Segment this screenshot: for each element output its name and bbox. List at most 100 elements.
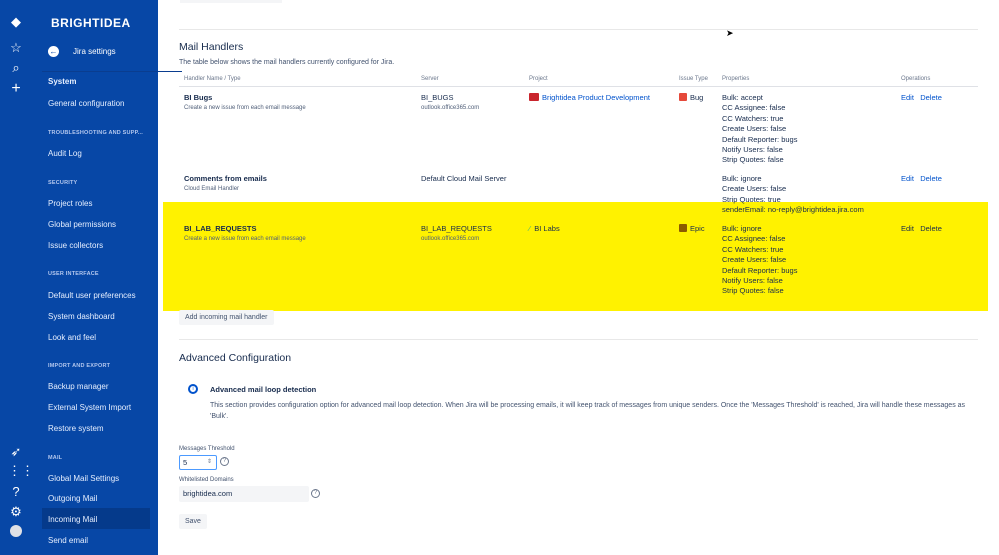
add-incoming-mail-handler-button[interactable]: Add incoming mail handler	[179, 310, 274, 325]
mail-handlers-title: Mail Handlers	[179, 41, 244, 53]
properties-cell: Bulk: ignore Create Users: false Strip Quo…	[722, 174, 864, 216]
main-content: Mail Handlers The table below shows the …	[158, 0, 999, 555]
info-text: This section provides configuration opti…	[210, 402, 966, 420]
server-cell: BI_LAB_REQUESTS outlook.office365.com	[421, 224, 492, 245]
project-link[interactable]: BI Labs	[534, 224, 559, 233]
sidebar-section-header: TROUBLESHOOTING AND SUPP...	[48, 130, 143, 136]
sidebar-item-project-roles[interactable]: Project roles	[48, 199, 92, 208]
project-cell[interactable]: ⁄ BI Labs	[529, 224, 560, 234]
delete-link[interactable]: Delete	[920, 224, 942, 233]
sidebar-section-header: USER INTERFACE	[48, 271, 99, 277]
rocket-icon[interactable]: ➶	[8, 444, 24, 460]
global-nav-rail: ◆ ☆ ⌕ + ➶ ⋮⋮ ? ⚙	[0, 0, 34, 555]
operations-cell: Edit Delete	[901, 93, 942, 103]
mail-handlers-description: The table below shows the mail handlers …	[179, 59, 395, 66]
epic-issue-type-icon	[679, 224, 687, 232]
sidebar-item-default-user-preferences[interactable]: Default user preferences	[48, 291, 136, 300]
sidebar-item-look-and-feel[interactable]: Look and feel	[48, 333, 96, 342]
column-header: Operations	[901, 76, 931, 82]
property: Bulk: accept	[722, 93, 763, 102]
handler-type: Create a new issue from each email messa…	[184, 236, 306, 243]
handler-name: BI Bugs	[184, 93, 213, 102]
sidebar-item-outgoing-mail[interactable]: Outgoing Mail	[48, 494, 97, 503]
column-header: Properties	[722, 76, 750, 82]
help-icon[interactable]: ?	[8, 484, 24, 500]
project-cell[interactable]: Brightidea Product Development	[529, 93, 650, 103]
operations-cell: Edit Delete	[901, 224, 942, 234]
whitelisted-domains-input[interactable]: brightidea.com	[179, 486, 309, 502]
property: CC Assignee: false	[722, 103, 786, 113]
property: Create Users: false	[722, 255, 787, 265]
edit-link[interactable]: Edit	[901, 224, 914, 233]
apps-grid-icon[interactable]: ⋮⋮	[8, 463, 34, 479]
help-icon[interactable]: ?	[220, 457, 229, 466]
delete-link[interactable]: Delete	[920, 93, 942, 102]
handler-type: Cloud Email Handler	[184, 186, 240, 193]
star-icon[interactable]: ☆	[8, 40, 24, 56]
messages-threshold-input[interactable]: 5 ⇕	[179, 455, 217, 470]
sidebar-item-issue-collectors[interactable]: Issue collectors	[48, 241, 103, 250]
issue-type: Epic	[690, 224, 705, 233]
sidebar-section-header: MAIL	[48, 455, 63, 461]
sidebar-item-system-dashboard[interactable]: System dashboard	[48, 312, 115, 321]
back-label: Jira settings	[73, 47, 116, 56]
project-link[interactable]: Brightidea Product Development	[542, 93, 650, 102]
server-name: BI_BUGS	[421, 93, 454, 102]
divider	[179, 29, 978, 30]
property: Strip Quotes: false	[722, 286, 784, 296]
settings-sidebar: BRIGHTIDEA ← Jira settings System General …	[33, 0, 182, 555]
help-icon[interactable]: ?	[311, 489, 320, 498]
info-title: Advanced mail loop detection	[210, 385, 317, 394]
button-top-partial[interactable]	[180, 0, 282, 3]
info-icon: i	[188, 384, 198, 394]
sidebar-item-restore-system[interactable]: Restore system	[48, 424, 104, 433]
sidebar-item-system[interactable]: System	[48, 77, 76, 86]
property: Create Users: false	[722, 184, 787, 194]
column-header: Server	[421, 76, 439, 82]
sidebar-item-global-mail-settings[interactable]: Global Mail Settings	[48, 474, 119, 483]
sidebar-item-incoming-mail[interactable]: Incoming Mail	[48, 515, 97, 524]
sidebar-item-external-system-import[interactable]: External System Import	[48, 403, 131, 412]
server-host: outlook.office365.com	[421, 236, 480, 243]
avatar[interactable]	[10, 525, 22, 537]
mouse-cursor-icon: ➤	[726, 28, 734, 38]
sidebar-item-audit-log[interactable]: Audit Log	[48, 149, 82, 158]
search-icon[interactable]: ⌕	[8, 60, 24, 76]
property: Default Reporter: bugs	[722, 134, 798, 144]
save-button[interactable]: Save	[179, 514, 207, 529]
back-to-jira-settings[interactable]: ← Jira settings	[48, 46, 116, 57]
property: Notify Users: false	[722, 145, 783, 155]
table-row: BI Bugs Create a new issue from each emai…	[184, 93, 306, 114]
sidebar-item-global-permissions[interactable]: Global permissions	[48, 220, 116, 229]
column-header: Project	[529, 76, 548, 82]
property: Bulk: ignore	[722, 224, 762, 233]
advanced-config-title: Advanced Configuration	[179, 352, 292, 364]
property: senderEmail: no-reply@brightidea.jira.co…	[722, 205, 864, 215]
server-cell: Default Cloud Mail Server	[421, 174, 506, 184]
domains-label: Whitelisted Domains	[179, 477, 234, 483]
property: CC Assignee: false	[722, 234, 786, 244]
column-header: Handler Name / Type	[184, 76, 241, 82]
property: Notify Users: false	[722, 276, 783, 286]
edit-link[interactable]: Edit	[901, 93, 914, 102]
sidebar-section-header: SECURITY	[48, 180, 78, 186]
brand-logo: BRIGHTIDEA	[51, 16, 131, 30]
sidebar-item-send-email[interactable]: Send email	[48, 536, 88, 545]
plus-icon[interactable]: +	[8, 81, 24, 97]
handler-type: Create a new issue from each email messa…	[184, 105, 306, 112]
delete-link[interactable]: Delete	[920, 174, 942, 183]
threshold-value: 5	[183, 458, 188, 467]
threshold-label: Messages Threshold	[179, 446, 235, 452]
project-avatar-icon	[529, 93, 539, 101]
issue-type-cell: Bug	[679, 93, 703, 103]
sidebar-item-general-configuration[interactable]: General configuration	[48, 99, 125, 108]
jira-logo-icon[interactable]: ◆	[8, 14, 24, 30]
gear-icon[interactable]: ⚙	[8, 504, 24, 520]
sidebar-item-backup-manager[interactable]: Backup manager	[48, 382, 108, 391]
bug-issue-type-icon	[679, 93, 687, 101]
column-header: Issue Type	[679, 76, 708, 82]
stepper-arrows-icon[interactable]: ⇕	[207, 458, 212, 465]
server-host: outlook.office365.com	[421, 105, 480, 112]
operations-cell: Edit Delete	[901, 174, 942, 184]
edit-link[interactable]: Edit	[901, 174, 914, 183]
